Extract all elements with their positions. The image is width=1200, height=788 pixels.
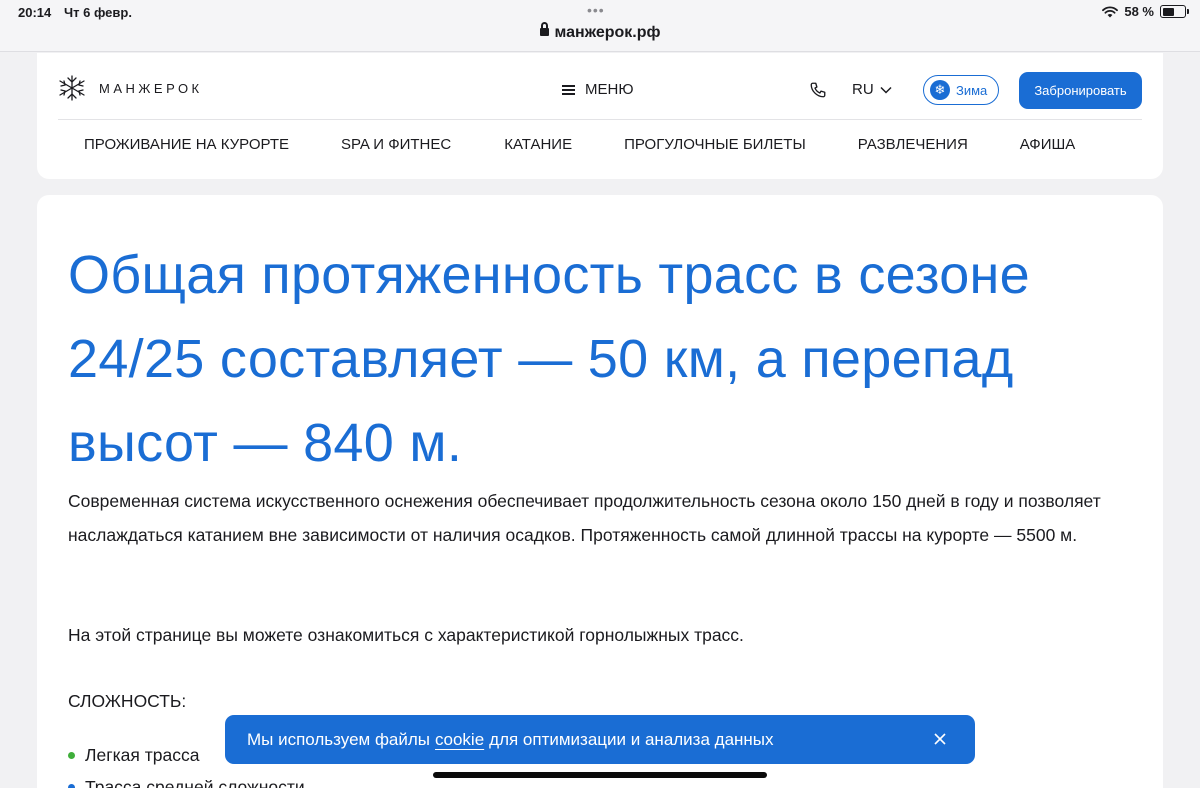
cookie-banner: Мы используем файлы cookie для оптимизац… (225, 715, 975, 764)
nav-item-events[interactable]: АФИША (1020, 136, 1075, 153)
season-toggle[interactable]: ❄ Зима (923, 75, 999, 105)
battery-icon (1160, 5, 1189, 18)
logo-text: МАНЖЕРОК (99, 80, 203, 96)
address-bar[interactable]: манжерок.рф (0, 22, 1200, 42)
nav-item-skiing[interactable]: КАТАНИЕ (504, 136, 572, 153)
difficulty-label-medium: Трасса средней сложности (85, 777, 305, 788)
medium-dot-icon (68, 783, 75, 788)
season-label: Зима (956, 82, 988, 98)
list-item: Трасса средней сложности (68, 771, 305, 788)
url-text: манжерок.рф (554, 24, 661, 41)
main-nav: ПРОЖИВАНИЕ НА КУРОРТЕ SPA И ФИТНЕС КАТАН… (84, 136, 1075, 153)
menu-label: МЕНЮ (585, 81, 634, 98)
difficulty-heading: СЛОЖНОСТЬ: (68, 691, 187, 711)
page-title: Общая протяженность трасс в сезоне 24/25… (68, 245, 1031, 473)
difficulty-label-easy: Легкая трасса (85, 745, 200, 765)
language-selector[interactable]: RU (852, 81, 892, 98)
lock-icon (539, 22, 549, 36)
wifi-icon (1102, 5, 1119, 17)
easy-dot-icon (68, 751, 75, 759)
chevron-down-icon (880, 86, 892, 94)
status-time: 20:14 (18, 5, 52, 20)
multitasking-dots-icon[interactable]: ••• (587, 2, 605, 18)
divider (58, 119, 1142, 120)
cookie-text-before: Мы используем файлы (247, 729, 431, 749)
phone-icon[interactable] (809, 81, 827, 99)
book-button[interactable]: Забронировать (1019, 72, 1142, 109)
main-content: Общая протяженность трасс в сезоне 24/25… (37, 195, 1163, 788)
status-date: Чт 6 февр. (64, 5, 132, 20)
cookie-link[interactable]: cookie (435, 730, 484, 750)
home-indicator[interactable] (433, 772, 767, 778)
nav-item-entertainment[interactable]: РАЗВЛЕЧЕНИЯ (858, 136, 968, 153)
battery-percent: 58 % (1124, 4, 1154, 19)
nav-item-spa-fitness[interactable]: SPA И ФИТНЕС (341, 136, 451, 153)
close-icon[interactable] (932, 731, 948, 747)
language-label: RU (852, 81, 874, 98)
logo[interactable]: МАНЖЕРОК (57, 75, 203, 101)
menu-button[interactable]: МЕНЮ (562, 81, 634, 98)
description-paragraph: Современная система искусственного оснеж… (68, 491, 1101, 545)
snowflake-icon: ❄ (930, 80, 950, 100)
nav-item-walking-tickets[interactable]: ПРОГУЛОЧНЫЕ БИЛЕТЫ (624, 136, 806, 153)
intro-paragraph: На этой странице вы можете ознакомиться … (68, 625, 744, 645)
hamburger-icon (562, 84, 575, 95)
snowflake-logo-icon (59, 75, 85, 101)
cookie-text-after: для оптимизации и анализа данных (489, 729, 774, 749)
site-header: МАНЖЕРОК МЕНЮ RU ❄ Зима Забронировать ПР… (37, 53, 1163, 179)
status-bar: 20:14 Чт 6 февр. ••• манжерок.рф 58 % (0, 0, 1200, 52)
nav-item-accommodation[interactable]: ПРОЖИВАНИЕ НА КУРОРТЕ (84, 136, 289, 153)
